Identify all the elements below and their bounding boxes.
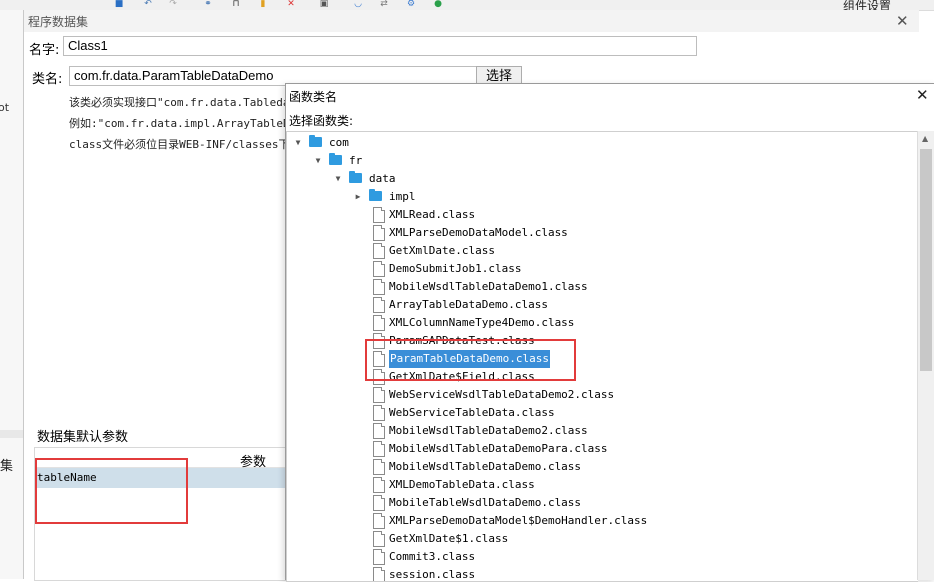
file-icon xyxy=(373,531,385,547)
selection-highlight-box xyxy=(365,339,576,381)
tree-node-label[interactable]: GetXmlDate$1.class xyxy=(389,530,508,548)
tree-node-label[interactable]: com xyxy=(329,134,349,152)
info-line: class文件必须位目录WEB-INF/classes下 xyxy=(69,138,290,151)
paste-icon[interactable]: ▮ xyxy=(257,0,269,9)
file-icon xyxy=(373,549,385,565)
check-icon[interactable]: ● xyxy=(432,0,444,9)
file-icon xyxy=(373,513,385,529)
tree-node-label[interactable]: Commit3.class xyxy=(389,548,475,566)
delete-icon[interactable]: ✕ xyxy=(285,0,297,9)
scrollbar-thumb[interactable] xyxy=(920,149,932,371)
file-icon xyxy=(373,423,385,439)
name-input[interactable]: Class1 xyxy=(63,36,697,56)
scroll-up-icon[interactable]: ▲ xyxy=(922,134,928,143)
chevron-right-icon[interactable]: ▶ xyxy=(353,188,363,206)
info-line: 例如:"com.fr.data.impl.ArrayTableDat xyxy=(69,117,303,130)
file-icon xyxy=(373,495,385,511)
file-icon xyxy=(373,459,385,475)
params-table: 参数 tableName xyxy=(34,447,291,581)
tree-node-label[interactable]: MobileWsdlTableDataDemoPara.class xyxy=(389,440,608,458)
file-icon xyxy=(373,387,385,403)
left-panel-divider xyxy=(0,430,23,438)
chevron-down-icon[interactable]: ▼ xyxy=(313,152,323,170)
file-icon xyxy=(373,297,385,313)
function-class-dialog: 函数类名 ✕ 选择函数类: ▼ com ▼ fr ▼ data ▶ impl XMLRead.c… xyxy=(285,83,934,582)
layout-icon[interactable]: ▣ xyxy=(318,0,330,9)
chevron-down-icon[interactable]: ▼ xyxy=(333,170,343,188)
folder-icon xyxy=(329,153,342,165)
function-dialog-title: 函数类名 xyxy=(289,90,338,104)
file-icon xyxy=(373,207,385,223)
tree-node-label[interactable]: XMLRead.class xyxy=(389,206,475,224)
tree-node-label[interactable]: XMLColumnNameType4Demo.class xyxy=(389,314,574,332)
tree-node-label[interactable]: DemoSubmitJob1.class xyxy=(389,260,521,278)
file-icon xyxy=(373,567,385,581)
tree-node-label[interactable]: MobileWsdlTableDataDemo.class xyxy=(389,458,581,476)
tree-node-label[interactable]: GetXmlDate.class xyxy=(389,242,495,260)
left-panel-tab[interactable]: 集 xyxy=(0,455,13,474)
dataset-params-title: 数据集默认参数 xyxy=(37,430,129,445)
left-panel-strip: ot 集 xyxy=(0,10,24,579)
tree-node-label[interactable]: XMLDemoTableData.class xyxy=(389,476,535,494)
link-icon[interactable]: ⇄ xyxy=(378,0,390,9)
file-icon xyxy=(373,441,385,457)
tree-node-label[interactable]: XMLParseDemoDataModel$DemoHandler.class xyxy=(389,512,647,530)
file-icon xyxy=(373,279,385,295)
file-icon xyxy=(373,261,385,277)
file-icon xyxy=(373,315,385,331)
tree-node-label[interactable]: WebServiceWsdlTableDataDemo2.class xyxy=(389,386,614,404)
save-icon[interactable]: ■ xyxy=(113,0,125,9)
folder-icon xyxy=(349,171,362,183)
chevron-down-icon[interactable]: ▼ xyxy=(293,134,303,152)
merge-icon[interactable]: ⊓ xyxy=(230,0,242,9)
tree-node-label[interactable]: MobileWsdlTableDataDemo2.class xyxy=(389,422,588,440)
select-function-class-label: 选择函数类: xyxy=(289,114,354,128)
shield-icon[interactable]: ◡ xyxy=(352,0,364,9)
file-icon xyxy=(373,477,385,493)
tree-node-label[interactable]: MobileTableWsdlDataDemo.class xyxy=(389,494,581,512)
tree-node-label[interactable]: impl xyxy=(389,188,416,206)
file-icon xyxy=(373,243,385,259)
tree-node-label[interactable]: WebServiceTableData.class xyxy=(389,404,555,422)
dialog-title: 程序数据集 xyxy=(28,15,89,29)
undo-icon[interactable]: ↶ xyxy=(142,0,154,9)
class-name-label: 类名: xyxy=(32,72,63,87)
tree-node-label[interactable]: ArrayTableDataDemo.class xyxy=(389,296,548,314)
tree-node-label[interactable]: fr xyxy=(349,152,362,170)
close-icon[interactable]: ✕ xyxy=(896,12,909,30)
file-icon xyxy=(373,225,385,241)
settings-icon[interactable]: ⚙ xyxy=(405,0,417,9)
tree-node-label[interactable]: XMLParseDemoDataModel.class xyxy=(389,224,568,242)
group-icon[interactable]: ⚭ xyxy=(202,0,214,9)
tree-node-label[interactable]: session.class xyxy=(389,566,475,581)
tree-node-label[interactable]: MobileWsdlTableDataDemo1.class xyxy=(389,278,588,296)
tree-node-label[interactable]: data xyxy=(369,170,396,188)
redo-icon[interactable]: ↷ xyxy=(167,0,179,9)
tree-scrollbar[interactable]: ▲ xyxy=(917,131,934,580)
param-highlight-box xyxy=(35,458,188,524)
folder-icon xyxy=(309,135,322,147)
close-icon[interactable]: ✕ xyxy=(916,86,929,104)
dialog-title-bar: 程序数据集 ✕ xyxy=(24,10,919,32)
info-line: 该类必须实现接口"com.fr.data.Tableda xyxy=(69,96,290,109)
file-icon xyxy=(373,405,385,421)
folder-icon xyxy=(369,189,382,201)
name-label: 名字: xyxy=(29,43,60,58)
left-panel-snippet: ot xyxy=(0,101,10,114)
